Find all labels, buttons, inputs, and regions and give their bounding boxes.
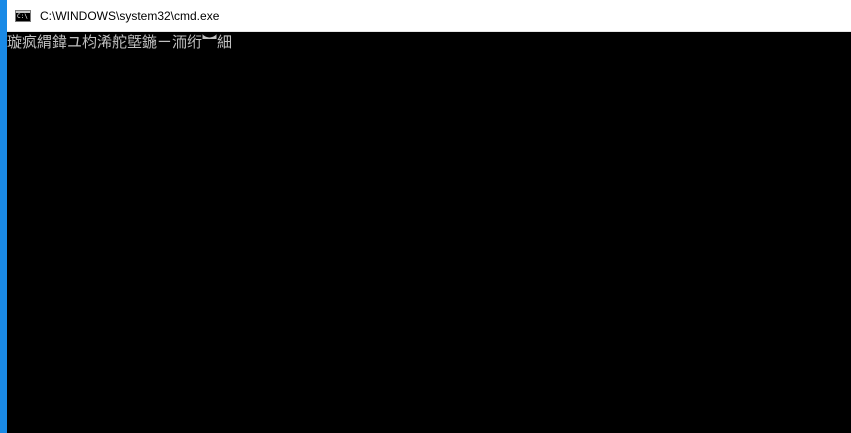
- console-icon-prompt: C:\: [17, 12, 28, 20]
- console-icon[interactable]: C:\: [15, 9, 31, 22]
- console-line: 璇疯緭鍏ユ枃浠舵墍鍦ㄧ洏绗︼細: [7, 33, 233, 51]
- title-bar[interactable]: C:\ C:\WINDOWS\system32\cmd.exe: [7, 0, 851, 32]
- cmd-window: C:\ C:\WINDOWS\system32\cmd.exe 璇疯緭鍏ユ枃浠舵…: [0, 0, 851, 433]
- console-output-area[interactable]: 璇疯緭鍏ユ枃浠舵墍鍦ㄧ洏绗︼細: [7, 32, 851, 433]
- window-title: C:\WINDOWS\system32\cmd.exe: [40, 8, 220, 23]
